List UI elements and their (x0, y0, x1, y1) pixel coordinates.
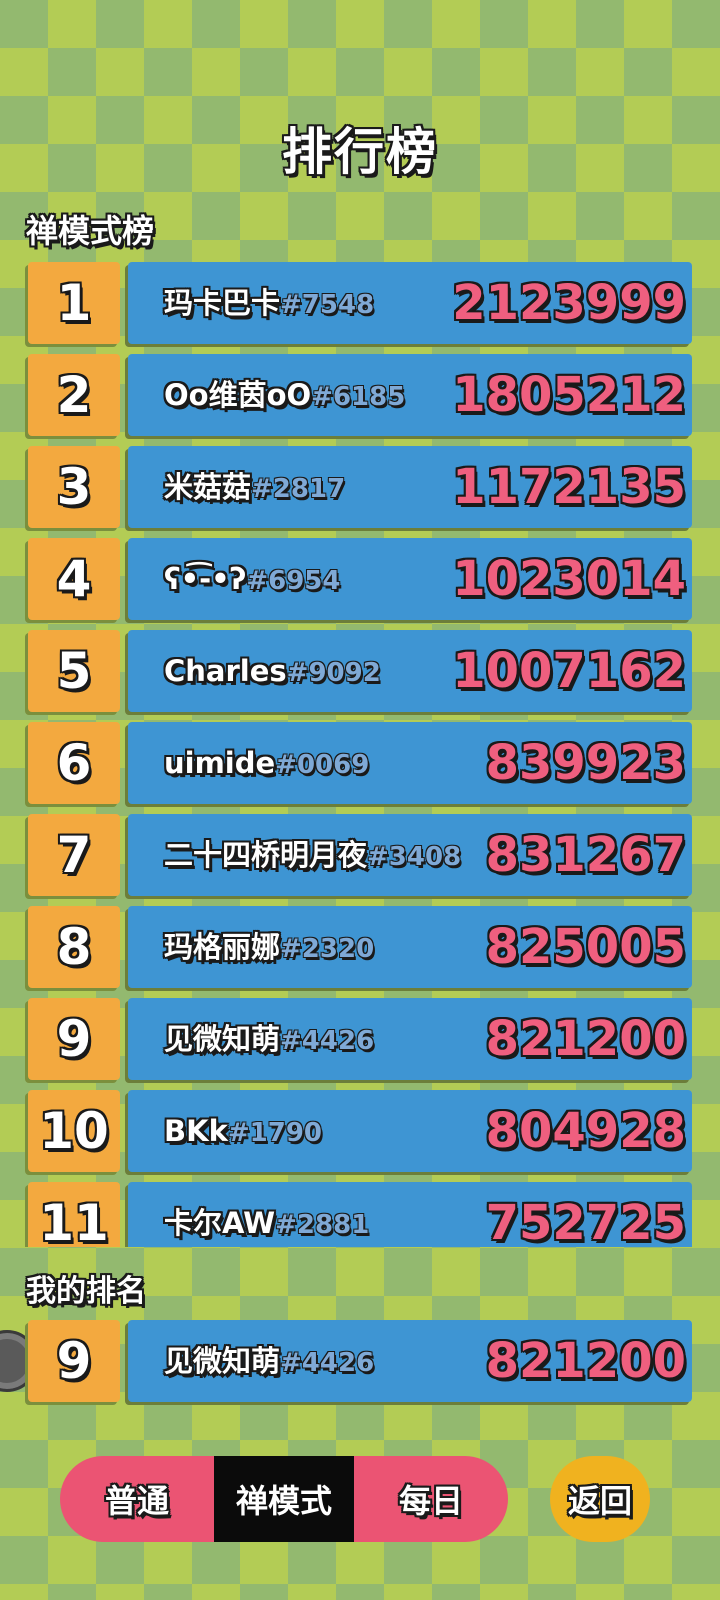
player-name: uimide#0069 (164, 722, 369, 804)
my-player-tag: #4426 (280, 1348, 375, 1378)
player-score: 1007162 (452, 643, 686, 699)
player-bar: Charles#9092 1007162 (128, 630, 692, 712)
leaderboard-list[interactable]: 1 玛卡巴卡#7548 2123999 2 Oo维茵oO#6185 180521… (0, 262, 720, 1247)
player-bar: 玛格丽娜#2320 825005 (128, 906, 692, 988)
rank-number: 3 (28, 446, 120, 528)
my-rank-row: 9 见微知萌#4426 821200 (28, 1320, 692, 1404)
player-name: 二十四桥明月夜#3408 (164, 814, 461, 896)
page-title: 排行榜 (282, 123, 438, 181)
player-tag: #2817 (251, 474, 346, 504)
player-tag: #2881 (275, 1210, 370, 1240)
leaderboard-row: 3 米菇菇#2817 1172135 (28, 446, 692, 530)
player-name-text: 见微知萌 (164, 1022, 281, 1056)
leaderboard-row: 1 玛卡巴卡#7548 2123999 (28, 262, 692, 346)
rank-number: 5 (28, 630, 120, 712)
player-name-text: Charles (164, 654, 287, 688)
my-player-name-text: 见微知萌 (164, 1344, 281, 1378)
player-tag: #2320 (280, 934, 375, 964)
rank-number: 1 (28, 262, 120, 344)
player-score: 752725 (485, 1195, 686, 1247)
player-tag: #0069 (275, 750, 370, 780)
rank-number: 9 (28, 998, 120, 1080)
board-label: 禅模式榜 (26, 212, 155, 250)
mode-tabs: 普通 禅模式 每日 (60, 1456, 508, 1542)
rank-number: 10 (28, 1090, 120, 1172)
leaderboard-row: 10 BKk#1790 804928 (28, 1090, 692, 1174)
player-name: 玛卡巴卡#7548 (164, 262, 374, 344)
player-name: 玛格丽娜#2320 (164, 906, 374, 988)
my-rank-number: 9 (28, 1320, 120, 1402)
leaderboard-row: 2 Oo维茵oO#6185 1805212 (28, 354, 692, 438)
player-name-text: uimide (164, 746, 276, 780)
tab-zen-mode[interactable]: 禅模式 (214, 1456, 354, 1542)
player-tag: #1790 (227, 1118, 323, 1148)
player-score: 1172135 (452, 459, 686, 515)
player-name-text: Oo维茵oO (164, 378, 312, 412)
back-button[interactable]: 返回 (550, 1456, 650, 1542)
player-bar: 玛卡巴卡#7548 2123999 (128, 262, 692, 344)
player-tag: #3408 (367, 842, 462, 872)
player-bar: 卡尔AW#2881 752725 (128, 1182, 692, 1247)
rank-number: 11 (28, 1182, 120, 1247)
my-player-score: 821200 (485, 1333, 686, 1389)
player-name: 卡尔AW#2881 (164, 1182, 369, 1247)
leaderboard-row: 5 Charles#9092 1007162 (28, 630, 692, 714)
player-score: 1805212 (452, 367, 686, 423)
player-score: 821200 (485, 1011, 686, 1067)
player-name-text: ʕ•͡-•ʔ (164, 562, 247, 596)
player-name: BKk#1790 (164, 1090, 322, 1172)
player-tag: #4426 (280, 1026, 375, 1056)
player-bar: Oo维茵oO#6185 1805212 (128, 354, 692, 436)
player-score: 839923 (485, 735, 686, 791)
my-rank-label: 我的排名 (26, 1274, 146, 1309)
player-name-text: 卡尔AW (164, 1206, 276, 1240)
player-bar: uimide#0069 839923 (128, 722, 692, 804)
player-tag: #9092 (286, 658, 381, 688)
player-score: 1023014 (452, 551, 686, 607)
rank-number: 2 (28, 354, 120, 436)
player-bar: BKk#1790 804928 (128, 1090, 692, 1172)
player-bar: 米菇菇#2817 1172135 (128, 446, 692, 528)
player-score: 2123999 (452, 275, 686, 331)
tab-daily[interactable]: 每日 (354, 1456, 508, 1542)
player-bar: 二十四桥明月夜#3408 831267 (128, 814, 692, 896)
player-tag: #7548 (280, 290, 375, 320)
player-score: 831267 (485, 827, 686, 883)
player-name-text: 玛格丽娜 (164, 930, 281, 964)
player-tag: #6185 (311, 382, 406, 412)
rank-number: 6 (28, 722, 120, 804)
player-score: 825005 (485, 919, 686, 975)
tab-normal[interactable]: 普通 (60, 1456, 214, 1542)
leaderboard-row: 4 ʕ•͡-•ʔ#6954 1023014 (28, 538, 692, 622)
leaderboard-row: 11 卡尔AW#2881 752725 (28, 1182, 692, 1247)
leaderboard-row: 6 uimide#0069 839923 (28, 722, 692, 806)
player-bar: 见微知萌#4426 821200 (128, 998, 692, 1080)
rank-number: 4 (28, 538, 120, 620)
player-name-text: 二十四桥明月夜 (164, 838, 368, 872)
rank-number: 7 (28, 814, 120, 896)
player-name: 米菇菇#2817 (164, 446, 345, 528)
player-name-text: BKk (164, 1114, 228, 1148)
player-name: ʕ•͡-•ʔ#6954 (164, 538, 340, 620)
player-bar: ʕ•͡-•ʔ#6954 1023014 (128, 538, 692, 620)
player-score: 804928 (485, 1103, 686, 1159)
my-player-name: 见微知萌#4426 (164, 1320, 374, 1402)
my-player-bar: 见微知萌#4426 821200 (128, 1320, 692, 1402)
player-tag: #6954 (246, 566, 341, 596)
player-name: Charles#9092 (164, 630, 381, 712)
rank-number: 8 (28, 906, 120, 988)
player-name: Oo维茵oO#6185 (164, 354, 405, 436)
leaderboard-row: 9 见微知萌#4426 821200 (28, 998, 692, 1082)
player-name: 见微知萌#4426 (164, 998, 374, 1080)
player-name-text: 玛卡巴卡 (164, 286, 281, 320)
leaderboard-row: 7 二十四桥明月夜#3408 831267 (28, 814, 692, 898)
player-name-text: 米菇菇 (164, 470, 252, 504)
leaderboard-row: 8 玛格丽娜#2320 825005 (28, 906, 692, 990)
